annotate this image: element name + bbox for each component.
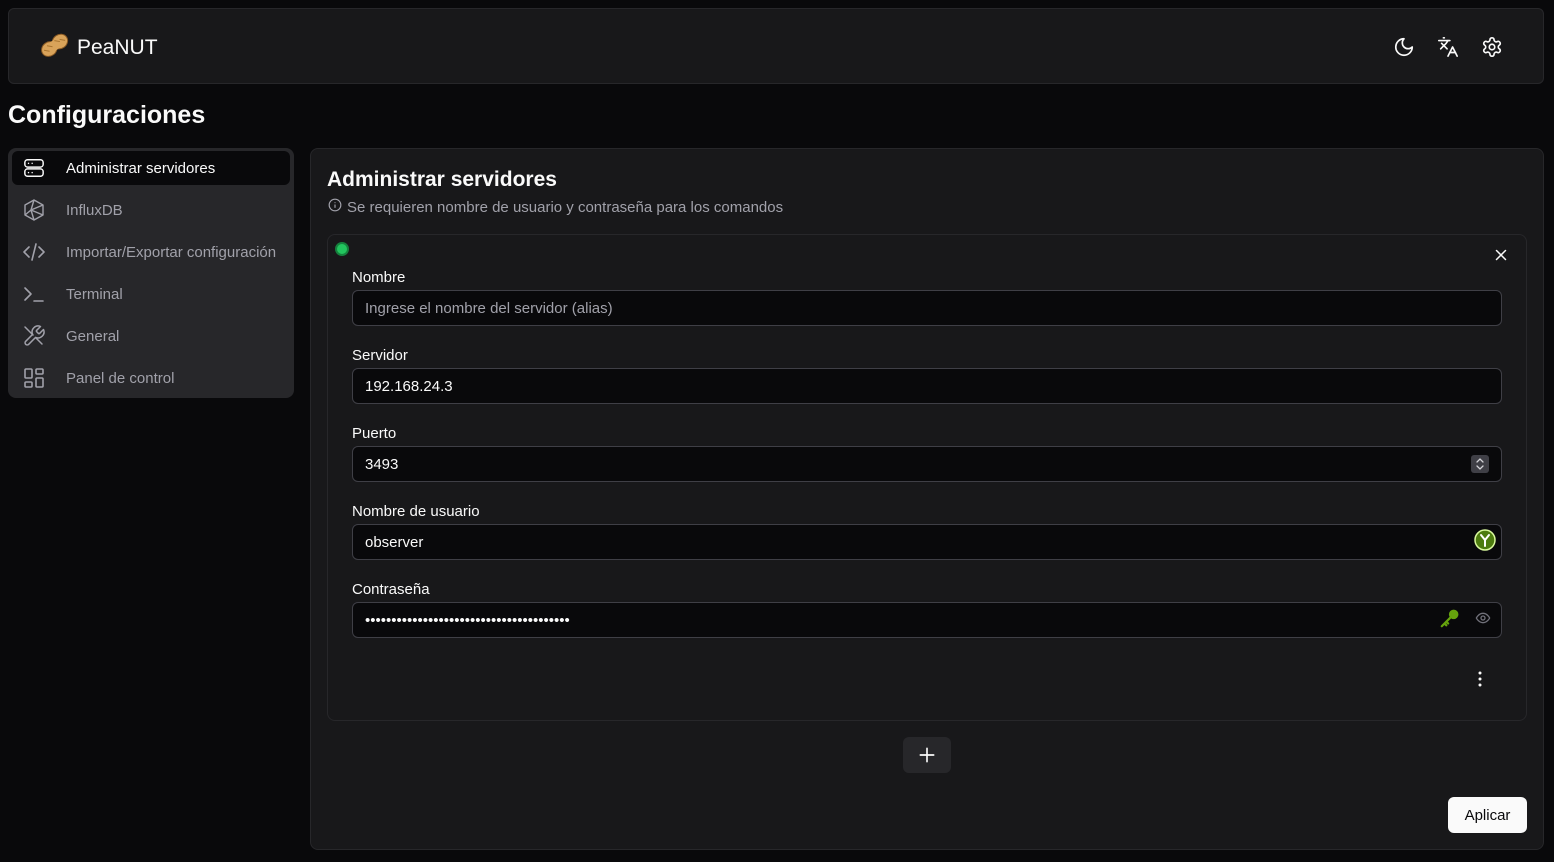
app-name: PeaNUT	[77, 35, 158, 59]
show-password-icon[interactable]	[1475, 610, 1491, 631]
port-label: Puerto	[352, 425, 397, 442]
sidebar-item-label: Administrar servidores	[66, 159, 216, 177]
close-icon	[1495, 249, 1507, 261]
password-manager-icon[interactable]	[1474, 528, 1496, 556]
peanut-icon	[39, 31, 71, 64]
server-status-indicator	[335, 242, 349, 256]
sidebar-item-label: Importar/Exportar configuración	[66, 243, 277, 261]
stepper-icon	[1476, 458, 1484, 470]
username-label: Nombre de usuario	[352, 503, 480, 520]
page-title: Configuraciones	[8, 101, 206, 129]
port-stepper[interactable]	[1471, 455, 1489, 473]
password-field: Contraseña	[352, 581, 1502, 638]
terminal-icon	[22, 282, 46, 306]
host-label: Servidor	[352, 347, 408, 364]
password-input[interactable]	[353, 603, 1501, 637]
settings-sidebar: Administrar servidores InfluxDB Importar…	[8, 148, 294, 398]
hint-text: Se requieren nombre de usuario y contras…	[347, 198, 784, 216]
tools-icon	[22, 324, 46, 348]
remove-server-button[interactable]	[1490, 244, 1512, 266]
password-label: Contraseña	[352, 581, 430, 598]
host-field: Servidor	[352, 347, 1502, 404]
more-vertical-icon	[1478, 671, 1482, 687]
add-server-button[interactable]	[903, 737, 951, 773]
username-input[interactable]	[353, 525, 1501, 559]
server-port-input[interactable]	[353, 447, 1501, 481]
server-name-input[interactable]	[353, 291, 1501, 325]
section-title: Administrar servidores	[327, 168, 557, 191]
sidebar-item-terminal[interactable]: Terminal	[12, 277, 290, 311]
server-host-input[interactable]	[353, 369, 1501, 403]
gear-icon[interactable]	[1479, 34, 1505, 60]
port-field: Puerto	[352, 425, 1502, 482]
name-field: Nombre	[352, 269, 1502, 326]
server-icon	[22, 156, 46, 180]
sidebar-item-influxdb[interactable]: InfluxDB	[12, 193, 290, 227]
server-options-button[interactable]	[1470, 667, 1490, 691]
server-card: Nombre Servidor Puerto Nomb	[327, 234, 1527, 721]
plus-icon	[919, 747, 935, 763]
key-icon[interactable]	[1439, 607, 1461, 634]
moon-icon[interactable]	[1391, 34, 1417, 60]
translate-icon[interactable]	[1435, 34, 1461, 60]
name-label: Nombre	[352, 269, 406, 286]
top-bar: PeaNUT	[8, 8, 1544, 84]
sidebar-item-label: InfluxDB	[66, 201, 123, 219]
sidebar-item-label: Panel de control	[66, 369, 175, 387]
info-icon	[328, 198, 342, 216]
sidebar-item-import-export[interactable]: Importar/Exportar configuración	[12, 235, 290, 269]
sidebar-item-dashboard[interactable]: Panel de control	[12, 361, 290, 395]
username-field: Nombre de usuario	[352, 503, 1502, 560]
sidebar-item-servers[interactable]: Administrar servidores	[12, 151, 290, 185]
dashboard-icon	[22, 366, 46, 390]
code-icon	[22, 240, 46, 264]
influxdb-icon	[22, 198, 46, 222]
credentials-hint: Se requieren nombre de usuario y contras…	[328, 198, 783, 216]
sidebar-item-label: General	[66, 327, 120, 345]
apply-button[interactable]: Aplicar	[1448, 797, 1527, 833]
sidebar-item-general[interactable]: General	[12, 319, 290, 353]
brand[interactable]: PeaNUT	[39, 31, 158, 64]
manage-servers-panel: Administrar servidores Se requieren nomb…	[310, 148, 1544, 850]
sidebar-item-label: Terminal	[66, 285, 123, 303]
